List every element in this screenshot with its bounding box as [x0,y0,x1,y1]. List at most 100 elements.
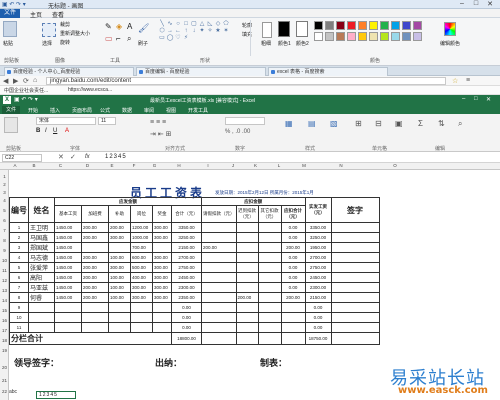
cell-late[interactable] [235,312,259,323]
palette-swatch[interactable] [358,32,367,41]
cell-bonus[interactable]: 300.00 [152,222,172,233]
cell-sign[interactable] [330,282,380,293]
column-header[interactable]: M [291,163,317,168]
cell-no[interactable]: 7 [9,282,29,293]
cell-leave[interactable] [201,272,237,283]
cell-dtotal[interactable]: 0.00 [280,282,306,293]
column-header[interactable]: A [9,163,21,168]
cell-actual[interactable]: 3350.00 [304,222,332,233]
cell-ot[interactable] [81,302,109,313]
font-size-select[interactable]: 11 [98,117,116,125]
palette-swatch[interactable] [369,32,378,41]
cell-other[interactable] [257,262,282,273]
cell-dtotal[interactable] [280,302,306,313]
palette-swatch[interactable] [391,21,400,30]
row-header[interactable]: 11 [0,268,9,273]
column-header[interactable]: K [244,163,267,168]
column-header[interactable]: B [21,163,47,168]
minimize-icon[interactable]: – [456,0,468,7]
cell-total[interactable]: 0.00 [171,312,202,323]
cell-actual[interactable]: 1950.00 [304,242,332,253]
cell-empty[interactable] [201,332,237,345]
cell-no[interactable]: 6 [9,272,29,283]
select-button[interactable]: 选择 [42,40,52,47]
cell-other[interactable] [257,222,282,233]
cell-sub[interactable]: 100.00 [108,292,131,303]
refresh-icon[interactable]: ⟳ [23,77,29,85]
header-actual[interactable]: 实发工资（元） [304,197,332,223]
address-bar[interactable]: jingyan.baidu.com/edit/content [46,77,446,85]
palette-swatch[interactable] [369,21,378,30]
cell-sign[interactable] [330,252,380,263]
cell-dtotal[interactable] [280,312,306,323]
cell-actual[interactable]: 3250.00 [304,232,332,243]
cell-name[interactable] [28,322,55,333]
cell-empty[interactable] [330,332,380,345]
excel-minimize-icon[interactable]: – [462,96,465,102]
row-header[interactable]: 20 [0,365,9,370]
excel-maximize-icon[interactable]: □ [474,96,478,102]
edit-colors-button[interactable]: 编辑颜色 [440,40,460,47]
paste-button[interactable]: 粘贴 [3,40,13,47]
size-icon[interactable] [262,22,272,38]
cell-name[interactable]: 王卫明 [28,222,55,233]
cell-sign[interactable] [330,242,380,253]
palette-swatch[interactable] [347,21,356,30]
palette-swatch[interactable] [402,32,411,41]
palette-swatch[interactable] [391,32,400,41]
cell-dtotal[interactable]: 0.00 [280,232,306,243]
cell-dtotal[interactable]: 0.00 [280,262,306,273]
cell-late[interactable] [235,242,259,253]
cell-base[interactable]: 1450.00 [54,252,82,263]
palette-swatch[interactable] [314,32,323,41]
column-header[interactable]: G [145,163,164,168]
wrap-icons[interactable]: ⇥ ⇤ ⊞ [150,130,172,138]
cell-total[interactable]: 2700.00 [171,252,202,263]
cell-dtotal[interactable]: 0.00 [280,222,306,233]
row-header[interactable]: 19 [0,348,9,353]
forward-icon[interactable]: ▶ [13,77,18,85]
palette-swatch[interactable] [358,21,367,30]
cell-pos[interactable] [130,302,153,313]
cell-total[interactable]: 3350.00 [171,222,202,233]
browser-tab-1[interactable]: 百度经验 - 个人中心_百度经验 [4,67,134,76]
cell-late[interactable] [235,262,259,273]
cell-pos[interactable]: 500.00 [130,262,153,273]
column-header[interactable]: O [365,163,425,168]
cell-actual[interactable]: 2450.00 [304,272,332,283]
row-header[interactable]: 1 [0,174,9,179]
sum-icon[interactable]: Σ [418,119,423,128]
palette-swatch[interactable] [413,32,422,41]
subtotal-actual[interactable]: 18750.00 [304,332,332,345]
cell-dtotal[interactable]: 200.00 [280,292,306,303]
color1-label[interactable]: 颜色1 [278,40,291,47]
row-header[interactable]: 2 [0,182,9,187]
column-header[interactable]: D [74,163,101,168]
excel-file-tab[interactable]: 文件 [2,106,20,114]
palette-swatch[interactable] [314,21,323,30]
cell-bonus[interactable] [152,242,172,253]
cell-bonus[interactable] [152,302,172,313]
resize-button[interactable]: 重新调整大小 [60,30,90,37]
cell-late[interactable] [235,252,259,263]
header-leave[interactable]: 请假扣款（元） [201,205,237,223]
row-header[interactable]: 6 [0,218,9,223]
format-cells-icon[interactable]: ▣ [395,119,403,128]
font-color-button[interactable]: A [65,128,69,134]
cell-bonus[interactable]: 300.00 [152,232,172,243]
row-header[interactable]: 22 [0,389,9,394]
paste-icon[interactable] [3,21,17,37]
row-header[interactable]: 8 [0,238,9,243]
rotate-button[interactable]: 旋转 [60,39,70,46]
header-no[interactable]: 编号 [9,197,29,223]
cell-ot[interactable]: 200.00 [81,252,109,263]
cell-total[interactable]: 2350.00 [171,292,202,303]
cell-base[interactable]: 1450.00 [54,222,82,233]
header-other[interactable]: 其它扣款（元） [257,205,282,223]
palette-swatch[interactable] [380,21,389,30]
row-header[interactable]: 7 [0,228,9,233]
cell-ot[interactable]: 200.00 [81,282,109,293]
quick-access-icons[interactable]: ▣ ↶ ↷ ▾ [2,1,26,8]
sort-filter-icon[interactable]: ⇅ [438,119,445,128]
cell-other[interactable] [257,282,282,293]
